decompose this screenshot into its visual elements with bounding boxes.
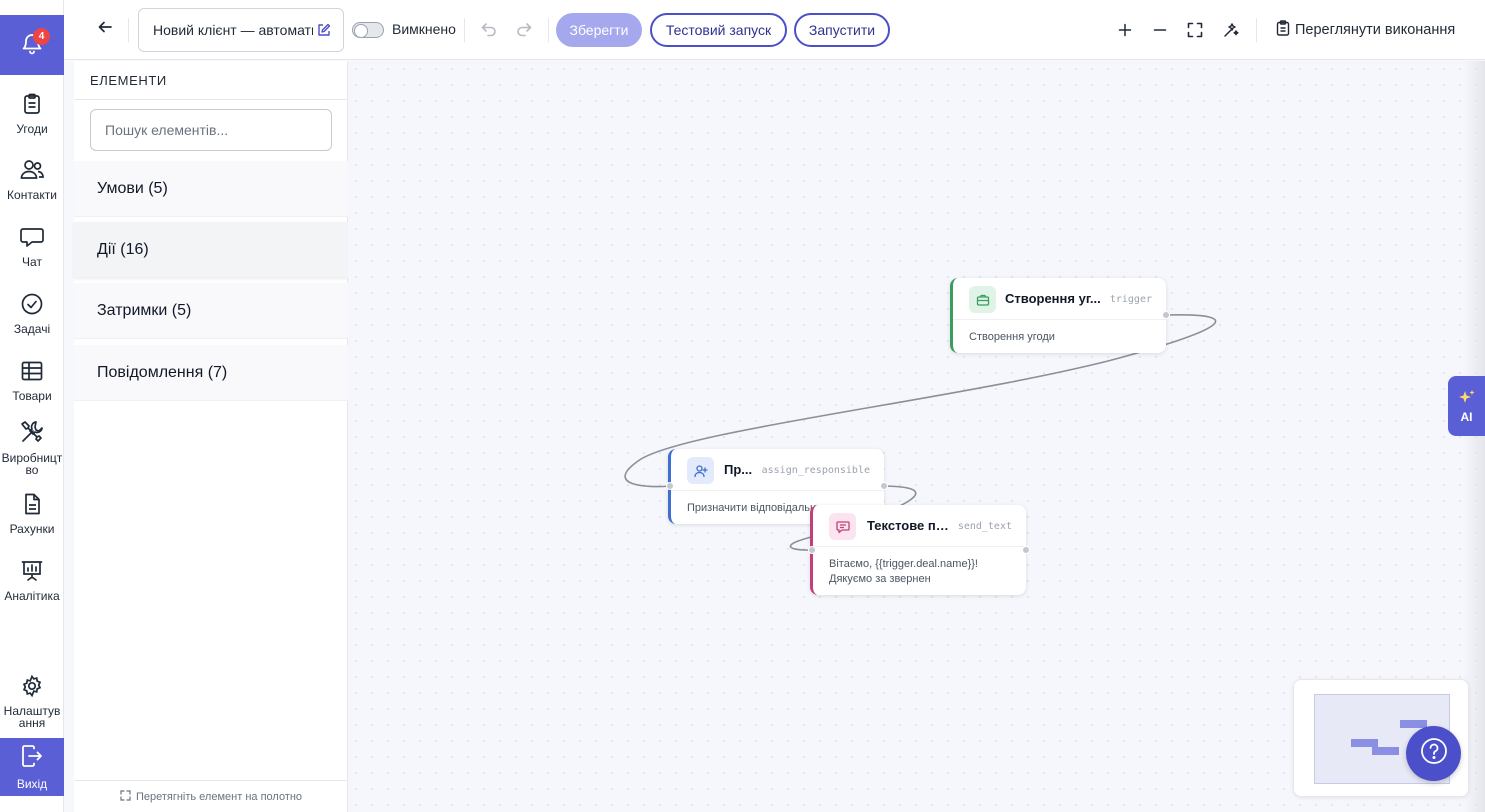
elements-search-input[interactable] — [90, 109, 332, 151]
ai-assistant-button[interactable]: AI — [1448, 376, 1485, 436]
back-button[interactable] — [94, 18, 116, 40]
category-actions[interactable]: Дії (16) — [74, 222, 348, 278]
view-executions-button[interactable]: Переглянути виконання — [1276, 20, 1455, 40]
clipboard-icon — [20, 92, 44, 121]
toolbar-divider — [464, 18, 465, 42]
nav-item-label: Рахунки — [9, 522, 55, 536]
node-assign-input-port[interactable] — [666, 482, 674, 490]
active-toggle[interactable] — [352, 22, 384, 38]
undo-icon[interactable] — [480, 20, 498, 43]
toggle-label: Вимкнено — [392, 21, 456, 37]
user-plus-icon — [687, 457, 714, 484]
nav-item-deals[interactable]: Угоди — [0, 92, 64, 135]
zoom-out-icon[interactable] — [1150, 20, 1170, 40]
panel-divider — [74, 99, 348, 100]
node-send-text-output-port[interactable] — [1022, 546, 1030, 554]
node-assign-output-port[interactable] — [880, 482, 888, 490]
nav-item-chat[interactable]: Чат — [0, 225, 64, 268]
category-messages[interactable]: Повідомлення (7) — [74, 345, 348, 401]
nav-item-invoices[interactable]: Рахунки — [0, 492, 64, 535]
nav-item-tasks[interactable]: Задачі — [0, 292, 64, 335]
node-description: Призначити відповідальн — [687, 502, 817, 514]
workflow-name-field[interactable] — [138, 8, 344, 52]
pencil-icon[interactable] — [317, 23, 331, 42]
drag-hint: Перетягніть елемент на полотно — [74, 780, 348, 812]
main-nav-rail: 4 Угоди Контакти Чат Задачі Товари Вироб… — [0, 0, 64, 812]
nav-item-label: Товари — [12, 389, 52, 403]
sparkles-icon — [1458, 389, 1476, 410]
redo-icon[interactable] — [515, 20, 533, 43]
fullscreen-icon[interactable] — [1185, 20, 1205, 40]
node-title: Пр... — [724, 462, 753, 477]
node-description: Вітаємо, {{trigger.deal.name}}! — [829, 558, 978, 570]
nav-item-analytics[interactable]: Аналітика — [0, 559, 64, 602]
elements-panel: ЕЛЕМЕНТИ Умови (5) Дії (16) Затримки (5)… — [74, 61, 348, 812]
nav-item-label: Виробництво — [1, 451, 63, 477]
nav-item-production[interactable]: Виробництво — [0, 419, 64, 476]
question-icon — [1419, 736, 1449, 771]
node-type: assign_responsible — [761, 465, 870, 476]
presentation-chart-icon — [20, 559, 44, 588]
help-button[interactable] — [1406, 726, 1461, 781]
chat-icon — [19, 225, 45, 254]
node-description: Створення угоди — [969, 331, 1055, 343]
node-send-text-input-port[interactable] — [808, 546, 816, 554]
briefcase-icon — [969, 286, 996, 313]
exit-button[interactable]: Вихід — [0, 738, 64, 796]
check-circle-icon — [20, 292, 44, 321]
notifications-badge: 4 — [33, 28, 50, 45]
nav-item-label: Аналітика — [4, 589, 60, 603]
ai-label: AI — [1460, 409, 1473, 424]
nav-item-label: Налаштування — [3, 704, 61, 730]
table-icon — [20, 359, 44, 388]
users-icon — [19, 158, 45, 187]
panel-title: ЕЛЕМЕНТИ — [90, 73, 167, 88]
tools-icon — [19, 419, 45, 450]
arrow-left-icon — [97, 19, 113, 40]
node-type: send_text — [957, 521, 1012, 532]
toolbar-divider — [128, 18, 129, 42]
logout-icon — [20, 744, 44, 773]
editor-toolbar: Вимкнено Зберегти Тестовий запуск Запуст… — [64, 0, 1485, 60]
category-delays[interactable]: Затримки (5) — [74, 283, 348, 339]
node-trigger-output-port[interactable] — [1162, 311, 1170, 319]
run-button[interactable]: Запустити — [794, 13, 890, 47]
minimap-node — [1372, 747, 1399, 755]
minimap-node — [1351, 739, 1378, 747]
document-icon — [20, 492, 44, 521]
category-conditions[interactable]: Умови (5) — [74, 161, 348, 217]
notifications-button[interactable]: 4 — [0, 15, 64, 75]
drag-icon — [120, 789, 131, 804]
zoom-in-icon[interactable] — [1115, 20, 1135, 40]
nav-item-label: Задачі — [13, 322, 51, 336]
node-title: Текстове по... — [867, 518, 951, 533]
exit-label: Вихід — [16, 776, 48, 791]
nav-item-label: Чат — [22, 255, 42, 269]
view-executions-label: Переглянути виконання — [1295, 22, 1456, 38]
nav-item-contacts[interactable]: Контакти — [0, 158, 64, 201]
nav-item-label: Контакти — [7, 188, 57, 202]
workflow-name-input[interactable] — [153, 22, 313, 38]
nav-item-label: Угоди — [16, 122, 48, 136]
node-type: trigger — [1109, 294, 1152, 305]
node-title: Створення уг... — [1005, 291, 1101, 306]
drag-hint-label: Перетягніть елемент на полотно — [135, 790, 303, 803]
node-send-text[interactable]: Текстове по... send_text Вітаємо, {{trig… — [810, 505, 1026, 595]
gear-icon — [20, 674, 44, 703]
nav-item-settings[interactable]: Налаштування — [0, 674, 64, 729]
auto-layout-icon[interactable] — [1221, 20, 1241, 40]
toolbar-divider — [1256, 18, 1257, 42]
message-icon — [829, 513, 856, 540]
node-description-line2: Дякуємо за звернен — [829, 573, 931, 585]
save-button[interactable]: Зберегти — [556, 13, 642, 47]
nav-item-products[interactable]: Товари — [0, 359, 64, 402]
toolbar-divider — [548, 18, 549, 42]
node-trigger[interactable]: Створення уг... trigger Створення угоди — [950, 278, 1166, 353]
test-run-button[interactable]: Тестовий запуск — [650, 13, 787, 47]
clipboard-list-icon — [1276, 20, 1290, 40]
